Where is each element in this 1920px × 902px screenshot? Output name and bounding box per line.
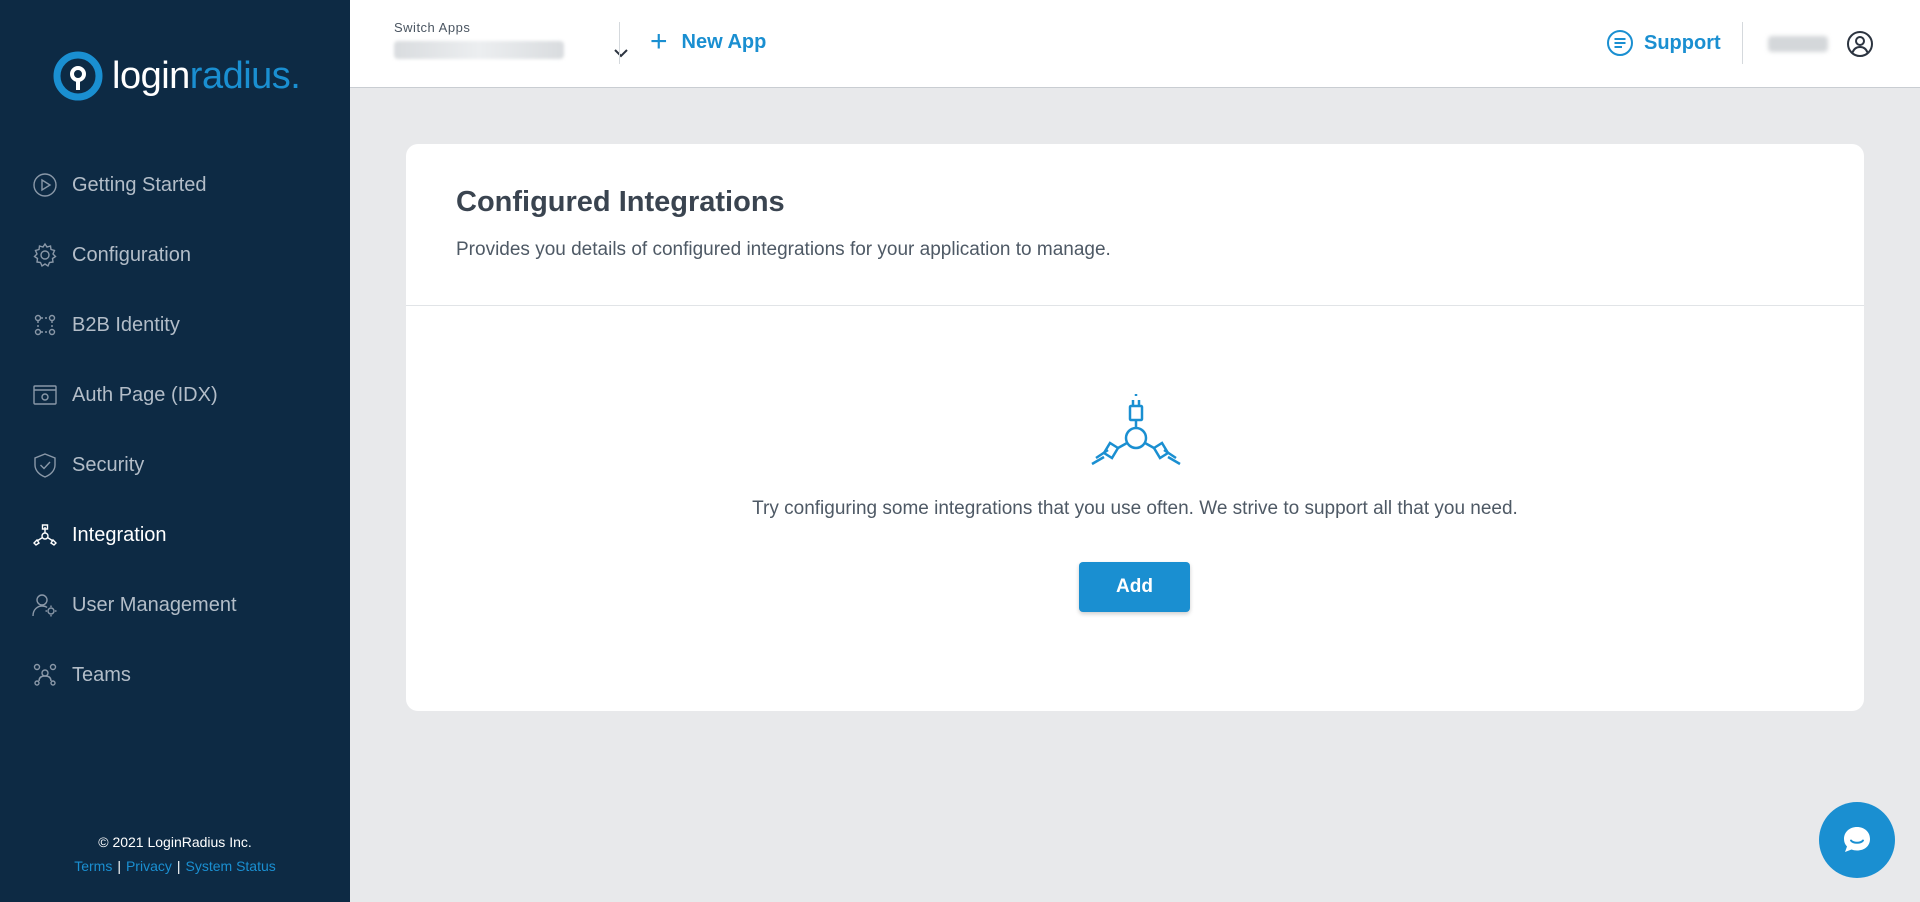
loginradius-logo-icon — [53, 51, 103, 101]
logo-wordmark: loginradius. — [112, 54, 301, 98]
logo-wordmark-dot: . — [290, 54, 301, 97]
new-app-label: New App — [681, 30, 767, 53]
logo-wordmark-part2: radius — [189, 54, 291, 97]
sidebar-item-integration[interactable]: Integration — [0, 500, 350, 570]
system-status-link[interactable]: System Status — [186, 858, 276, 874]
card-header: Configured Integrations Provides you det… — [406, 144, 1864, 306]
copyright-text: © 2021 LoginRadius Inc. — [98, 834, 252, 850]
switch-apps-label: Switch Apps — [394, 20, 471, 35]
add-integration-button[interactable]: Add — [1079, 562, 1190, 612]
sidebar-item-label: User Management — [72, 593, 237, 616]
terms-link[interactable]: Terms — [74, 858, 112, 874]
integration-plugs-icon — [1091, 394, 1181, 466]
sidebar-item-getting-started[interactable]: Getting Started — [0, 150, 350, 220]
empty-state: Try configuring some integrations that y… — [406, 306, 1864, 710]
sidebar-item-configuration[interactable]: Configuration — [0, 220, 350, 290]
sidebar-item-label: Getting Started — [72, 173, 207, 196]
chat-launcher-button[interactable] — [1819, 802, 1895, 878]
sidebar-item-label: Auth Page (IDX) — [72, 383, 218, 406]
privacy-link[interactable]: Privacy — [126, 858, 172, 874]
gear-icon — [30, 240, 60, 270]
new-app-button[interactable]: + New App — [650, 25, 767, 58]
shield-icon — [30, 450, 60, 480]
sidebar-nav: Getting Started Configuration B2B Identi… — [0, 150, 350, 710]
browser-window-icon — [30, 380, 60, 410]
page-title: Configured Integrations — [456, 186, 785, 218]
sidebar-item-security[interactable]: Security — [0, 430, 350, 500]
current-app-name-redacted — [394, 41, 564, 59]
sidebar-item-label: B2B Identity — [72, 313, 180, 336]
sidebar-item-label: Configuration — [72, 243, 191, 266]
user-account-icon[interactable] — [1846, 30, 1874, 58]
top-bar: Switch Apps + New App Support — [350, 0, 1920, 88]
sidebar-item-auth-page[interactable]: Auth Page (IDX) — [0, 360, 350, 430]
logo-wordmark-part1: login — [112, 54, 190, 97]
integration-icon — [30, 520, 60, 550]
sidebar-footer: © 2021 LoginRadius Inc. Terms | Privacy | Sy… — [0, 834, 350, 874]
loginradius-logo[interactable]: loginradius. — [52, 48, 301, 104]
footer-links: Terms | Privacy | System Status — [0, 858, 350, 874]
sidebar-item-b2b-identity[interactable]: B2B Identity — [0, 290, 350, 360]
switch-apps-dropdown[interactable]: Switch Apps — [394, 20, 628, 59]
support-label: Support — [1644, 31, 1721, 54]
chevron-down-icon[interactable] — [612, 44, 630, 62]
configured-integrations-card: Configured Integrations Provides you det… — [406, 144, 1864, 711]
footer-separator: | — [176, 858, 181, 874]
sidebar: loginradius. Getting Started Configurati… — [0, 0, 350, 902]
empty-state-message: Try configuring some integrations that y… — [752, 498, 1518, 519]
chat-bubble-icon — [1844, 827, 1870, 852]
support-button[interactable]: Support — [1606, 29, 1721, 57]
user-name-redacted[interactable] — [1768, 36, 1828, 52]
sidebar-item-label: Teams — [72, 663, 131, 686]
plus-icon: + — [650, 25, 668, 58]
sidebar-item-teams[interactable]: Teams — [0, 640, 350, 710]
page-description: Provides you details of configured integ… — [456, 239, 1111, 260]
user-gear-icon — [30, 590, 60, 620]
topbar-divider — [619, 22, 620, 64]
sidebar-item-label: Integration — [72, 523, 167, 546]
sidebar-item-label: Security — [72, 453, 145, 476]
team-icon — [30, 660, 60, 690]
footer-separator: | — [117, 858, 121, 874]
play-circle-icon — [30, 170, 60, 200]
support-menu-icon — [1607, 30, 1633, 56]
b2b-network-icon — [30, 310, 60, 340]
topbar-divider — [1742, 22, 1743, 64]
sidebar-item-user-management[interactable]: User Management — [0, 570, 350, 640]
